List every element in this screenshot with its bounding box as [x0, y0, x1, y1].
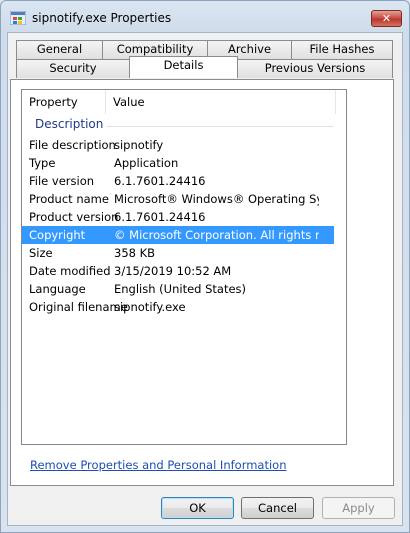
property-cell: Original filename: [29, 300, 128, 314]
property-cell: Product version: [29, 210, 119, 224]
value-cell: 3/15/2019 10:52 AM: [114, 264, 232, 278]
value-cell: 6.1.7601.24416: [114, 174, 206, 188]
value-cell: sipnotify.exe: [114, 300, 186, 314]
value-cell: © Microsoft Corporation. All rights rese…: [114, 228, 319, 242]
value-cell: sipnotify: [114, 138, 164, 152]
cancel-button[interactable]: Cancel: [241, 497, 314, 519]
property-cell: Type: [29, 156, 56, 170]
properties-window: sipnotify.exe Properties ✕ General Compa…: [0, 0, 410, 533]
table-row[interactable]: Original filename sipnotify.exe: [22, 298, 334, 316]
tab-security[interactable]: Security: [16, 59, 130, 78]
table-row[interactable]: Copyright © Microsoft Corporation. All ri…: [22, 226, 334, 244]
ok-button[interactable]: OK: [161, 497, 234, 519]
tab-previous-versions[interactable]: Previous Versions: [237, 59, 393, 78]
window-title: sipnotify.exe Properties: [32, 11, 172, 25]
tab-file-hashes[interactable]: File Hashes: [291, 40, 393, 59]
group-divider: [106, 126, 334, 127]
table-row[interactable]: Product name Microsoft® Windows® Operatin…: [22, 190, 334, 208]
table-row[interactable]: File version 6.1.7601.24416: [22, 172, 334, 190]
tab-label: General: [36, 42, 83, 56]
value-cell: 6.1.7601.24416: [114, 210, 206, 224]
table-row[interactable]: Date modified 3/15/2019 10:52 AM: [22, 262, 334, 280]
property-cell: Copyright: [29, 228, 86, 242]
property-cell: Date modified: [29, 264, 111, 278]
property-cell: Language: [29, 282, 86, 296]
tab-label: Compatibility: [116, 42, 194, 56]
value-cell: Application: [114, 156, 179, 170]
tab-label: File Hashes: [309, 42, 375, 56]
tab-label: Security: [49, 61, 97, 75]
group-header-description: Description: [35, 117, 104, 131]
value-cell: Microsoft® Windows® Operating System: [114, 192, 319, 206]
column-header-value[interactable]: Value: [106, 90, 336, 114]
value-cell: English (United States): [114, 282, 247, 296]
tab-label: Archive: [227, 42, 272, 56]
details-list[interactable]: Property Value Description File descript…: [21, 89, 347, 445]
property-cell: File version: [29, 174, 95, 188]
apply-button[interactable]: Apply: [322, 497, 395, 519]
value-cell: 358 KB: [114, 246, 156, 260]
table-row[interactable]: File description sipnotify: [22, 136, 334, 154]
property-cell: Size: [29, 246, 53, 260]
close-button[interactable]: ✕: [371, 10, 402, 27]
table-row[interactable]: Type Application: [22, 154, 334, 172]
property-cell: File description: [29, 138, 116, 152]
close-icon: ✕: [381, 12, 392, 25]
tab-details[interactable]: Details: [129, 56, 238, 78]
table-row[interactable]: Product version 6.1.7601.24416: [22, 208, 334, 226]
tab-label: Previous Versions: [264, 61, 366, 75]
table-row[interactable]: Size 358 KB: [22, 244, 334, 262]
tab-label: Details: [163, 58, 204, 72]
remove-properties-link[interactable]: Remove Properties and Personal Informati…: [30, 458, 287, 472]
tab-general[interactable]: General: [16, 40, 103, 59]
table-row[interactable]: Language English (United States): [22, 280, 334, 298]
property-cell: Product name: [29, 192, 109, 206]
application-icon: [10, 11, 26, 25]
column-header-property[interactable]: Property: [22, 90, 106, 114]
title-bar[interactable]: sipnotify.exe Properties ✕: [1, 1, 409, 33]
